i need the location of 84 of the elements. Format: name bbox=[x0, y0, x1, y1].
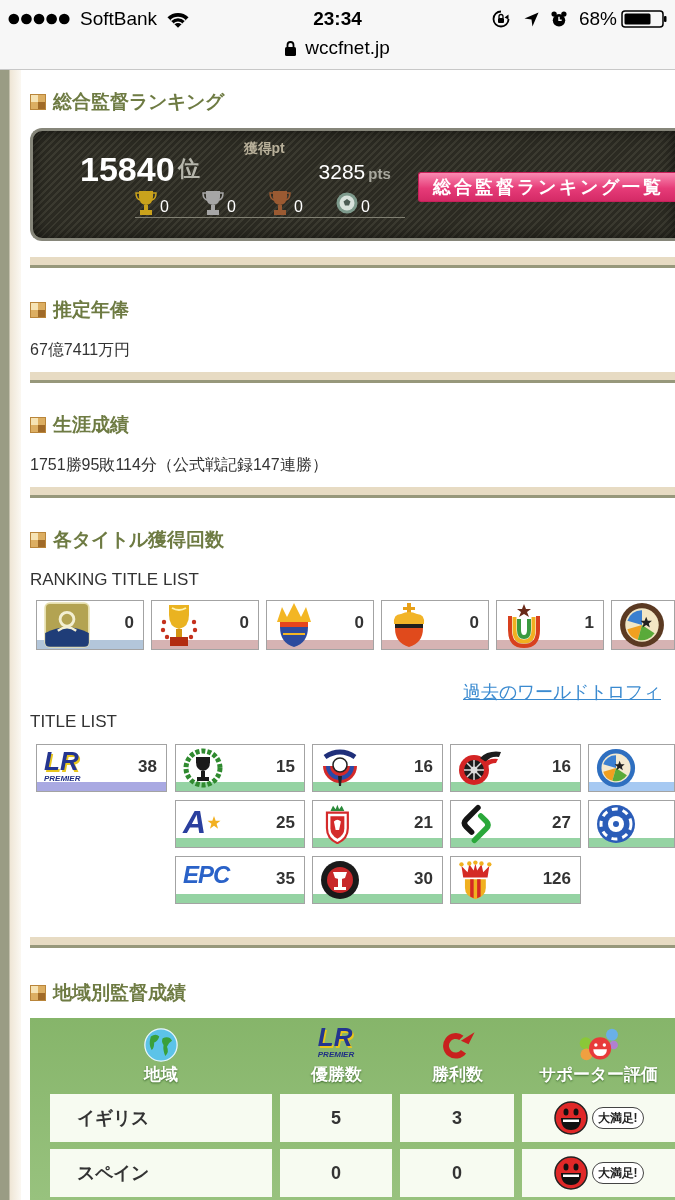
title-count: 30 bbox=[414, 869, 433, 889]
title-count: 38 bbox=[138, 757, 157, 777]
logo-caption: PREMIER bbox=[317, 1050, 355, 1059]
list-label: RANKING TITLE LIST bbox=[30, 569, 200, 591]
section-marker-icon bbox=[30, 532, 46, 548]
salary-value: 67億7411万円 bbox=[30, 340, 132, 360]
globe-icon bbox=[144, 1028, 178, 1062]
crown-icon bbox=[274, 602, 314, 648]
trophy-icon bbox=[159, 602, 199, 648]
trophy-count: 0 bbox=[361, 198, 370, 216]
lock-icon bbox=[285, 40, 297, 56]
title-count: 25 bbox=[276, 813, 295, 833]
rank-unit: 位 bbox=[177, 155, 200, 183]
logo-text: EPC bbox=[183, 860, 230, 890]
column-header: サポーター評価 bbox=[539, 1064, 658, 1086]
trophy-count: 0 bbox=[227, 198, 236, 216]
career-record: 1751勝95敗114分（公式戦記録147連勝） bbox=[30, 455, 329, 475]
column-header: 優勝数 bbox=[310, 1064, 362, 1086]
battery-icon bbox=[621, 10, 667, 28]
title-count: 15 bbox=[276, 757, 295, 777]
points-unit: pts bbox=[368, 165, 391, 183]
past-trophies-link[interactable]: 過去のワールドトロフィ bbox=[463, 681, 661, 703]
section-title: 推定年俸 bbox=[53, 298, 129, 322]
clock-time: 23:34 bbox=[313, 7, 362, 31]
table-cell: 3 bbox=[400, 1094, 514, 1142]
list-label: TITLE LIST bbox=[30, 711, 118, 733]
title-count: 0 bbox=[469, 613, 479, 633]
title-count: 21 bbox=[414, 813, 433, 833]
trophy-count: 0 bbox=[160, 198, 169, 216]
rank-number: 15840 bbox=[80, 150, 175, 188]
logo-text: LR bbox=[317, 1024, 353, 1050]
logo-text: LR bbox=[44, 748, 79, 774]
section-title: 地域別監督成績 bbox=[53, 981, 186, 1005]
title-count: 0 bbox=[239, 613, 249, 633]
title-count: 35 bbox=[276, 869, 295, 889]
section-marker-icon bbox=[30, 985, 46, 1001]
title-count: 0 bbox=[354, 613, 364, 633]
section-marker-icon bbox=[30, 417, 46, 433]
section-title: 生涯成績 bbox=[53, 413, 129, 437]
title-count: 1 bbox=[584, 613, 594, 633]
column-header: 地域 bbox=[144, 1064, 178, 1086]
section-marker-icon bbox=[30, 302, 46, 318]
round-emblem-icon bbox=[619, 602, 665, 648]
section-title: 総合監督ランキング bbox=[53, 90, 224, 114]
title-count: 16 bbox=[552, 757, 571, 777]
page-url: wccfnet.jp bbox=[305, 37, 390, 59]
alarm-clock-icon bbox=[551, 11, 567, 27]
table-cell: 0 bbox=[280, 1149, 392, 1197]
badge-icon bbox=[44, 602, 90, 648]
smiley-faces-icon bbox=[578, 1028, 619, 1062]
signal-icon bbox=[8, 13, 72, 25]
table-cell: 0 bbox=[400, 1149, 514, 1197]
title-count: 27 bbox=[552, 813, 571, 833]
rotation-lock-icon bbox=[492, 10, 510, 28]
dashed-ring-icon bbox=[596, 804, 636, 844]
trophy-count: 0 bbox=[294, 198, 303, 216]
round-emblem-icon bbox=[596, 748, 636, 788]
ball-crest-icon bbox=[320, 748, 360, 788]
section-marker-icon bbox=[30, 94, 46, 110]
round-crest-icon bbox=[320, 860, 360, 900]
wreath-trophy-icon bbox=[183, 748, 223, 788]
wifi-icon bbox=[167, 10, 190, 28]
section-title: 各タイトル獲得回数 bbox=[53, 528, 224, 552]
location-arrow-icon bbox=[524, 11, 539, 27]
carrier-name: SoftBank bbox=[80, 7, 158, 31]
rating-label: 大満足! bbox=[591, 1162, 644, 1184]
logo-text: A bbox=[183, 804, 207, 840]
ranking-list-button[interactable]: 総合監督ランキング一覧 bbox=[418, 172, 675, 202]
points-value: 3285 bbox=[318, 159, 366, 185]
rating-label: 大満足! bbox=[591, 1107, 644, 1129]
title-count: 126 bbox=[542, 869, 571, 889]
title-count: 0 bbox=[124, 613, 134, 633]
points-label: 獲得pt bbox=[243, 139, 285, 157]
table-cell: 5 bbox=[280, 1094, 392, 1142]
table-cell: スペイン bbox=[50, 1149, 272, 1197]
crown-icon bbox=[458, 860, 493, 900]
star-icon bbox=[207, 815, 222, 829]
battery-percent: 68% bbox=[579, 7, 617, 31]
column-header: 勝利数 bbox=[431, 1064, 483, 1086]
logo-caption: PREMIER bbox=[44, 774, 81, 783]
smiley-icon bbox=[553, 1101, 588, 1135]
table-cell: イギリス bbox=[50, 1094, 272, 1142]
smiley-icon bbox=[553, 1156, 588, 1190]
title-count: 16 bbox=[414, 757, 433, 777]
